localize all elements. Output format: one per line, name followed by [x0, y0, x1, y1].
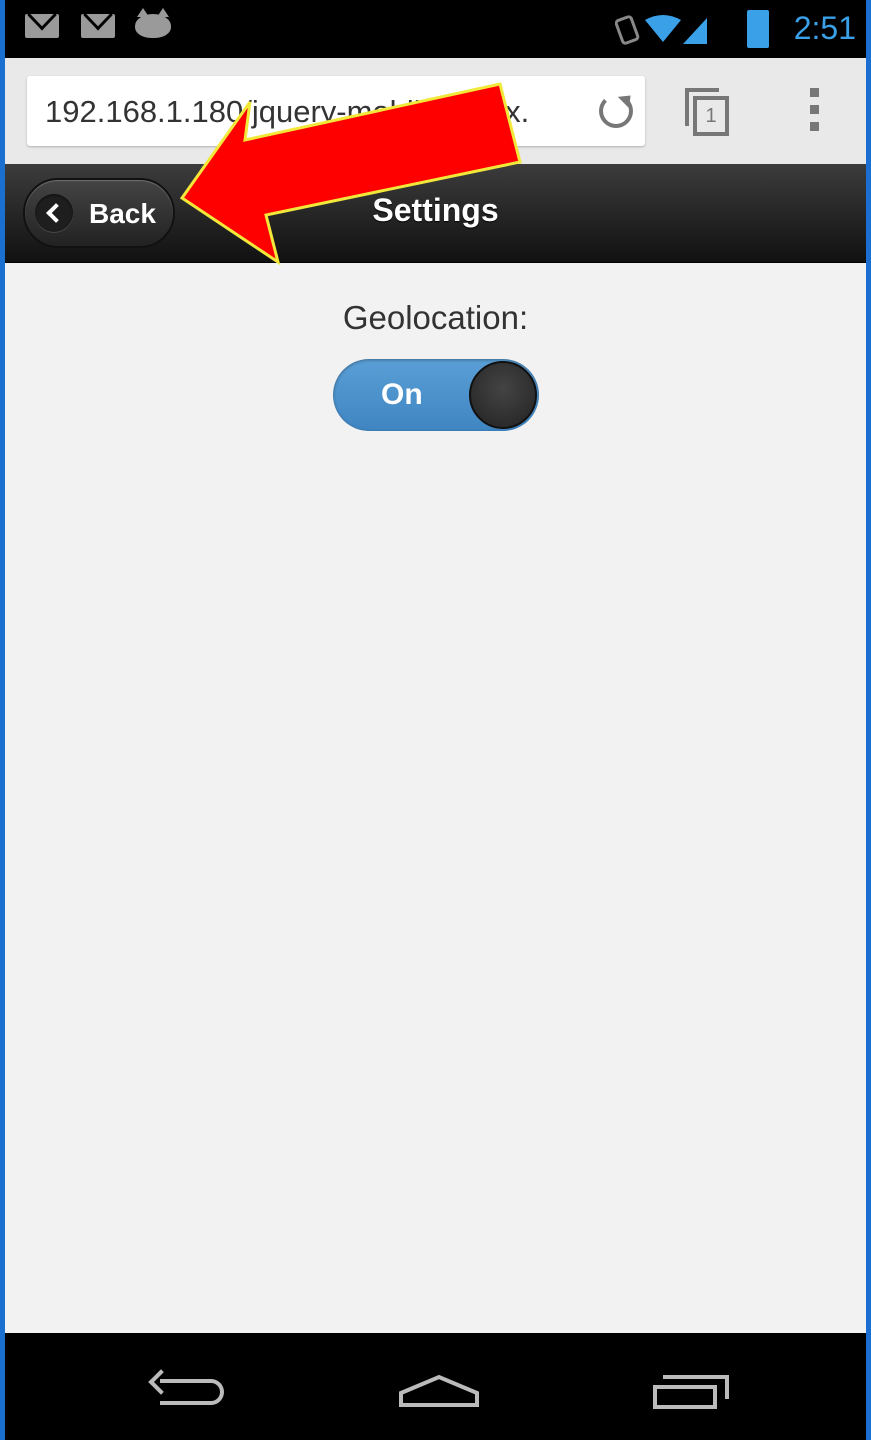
browser-toolbar: 192.168.1.180/jquery-mobile/index. 1 [5, 58, 866, 164]
page-header: Back Settings [5, 164, 866, 263]
status-bar: 2:51 [5, 0, 866, 58]
mail-icon [81, 14, 115, 38]
android-nav-bar [5, 1333, 866, 1440]
signal-icon [683, 18, 707, 44]
geolocation-label: Geolocation: [342, 299, 529, 336]
clock: 2:51 [793, 10, 856, 46]
overflow-menu-icon[interactable] [810, 88, 820, 138]
reload-icon[interactable] [599, 94, 633, 128]
back-icon[interactable] [148, 1369, 230, 1411]
status-icons [615, 15, 707, 45]
url-text[interactable]: 192.168.1.180/jquery-mobile/index. [45, 94, 585, 130]
recent-apps-icon[interactable] [653, 1375, 733, 1411]
battery-icon [747, 10, 769, 48]
cat-app-icon [135, 8, 171, 38]
rotate-lock-icon [615, 15, 640, 45]
toggle-state-label: On [381, 378, 423, 411]
phone-screen: 2:51 192.168.1.180/jquery-mobile/index. … [5, 0, 866, 1440]
tabs-button[interactable]: 1 [685, 88, 729, 136]
home-icon[interactable] [397, 1373, 481, 1407]
gmail-icon [25, 14, 59, 38]
tab-count: 1 [693, 96, 729, 136]
page-title: Settings [372, 192, 499, 228]
toggle-handle[interactable] [469, 361, 537, 429]
wifi-icon [645, 15, 681, 42]
geolocation-toggle[interactable]: On [333, 359, 539, 431]
page-content: Geolocation: On [5, 263, 866, 1333]
address-bar[interactable]: 192.168.1.180/jquery-mobile/index. [27, 76, 645, 146]
